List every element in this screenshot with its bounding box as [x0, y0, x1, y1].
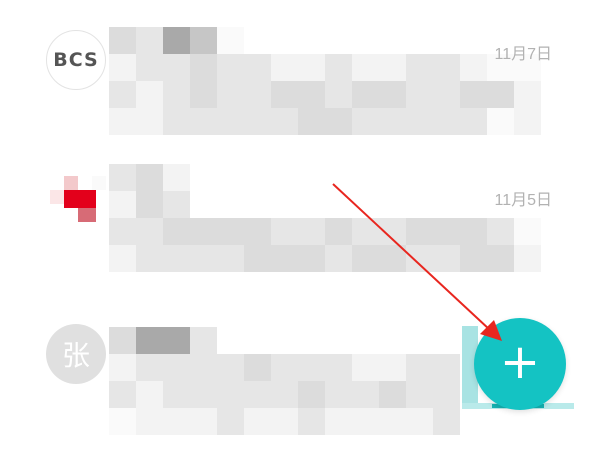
- add-fab-button[interactable]: +: [474, 318, 566, 410]
- red-cross-logo-avatar: [46, 172, 106, 232]
- plus-icon: +: [499, 334, 541, 390]
- conversation-item-3[interactable]: 张: [0, 0, 600, 435]
- message-date: 11月5日: [494, 192, 552, 209]
- conversation-list-screen: BCS 11月7日 11月5日 张 +: [0, 0, 600, 450]
- avatar-initial: 张: [61, 339, 90, 372]
- contact-initial-avatar: 张: [46, 324, 106, 384]
- blurred-message-preview: [109, 164, 541, 272]
